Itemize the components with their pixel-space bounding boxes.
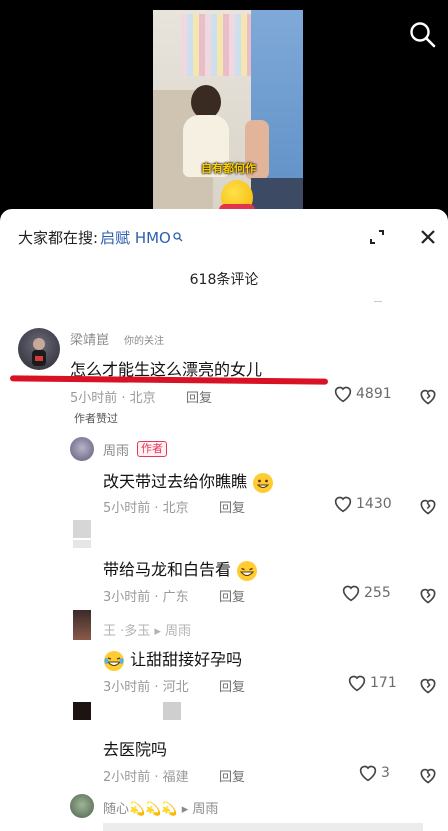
avatar[interactable] (18, 328, 60, 370)
red-underline-annotation (9, 375, 329, 385)
avatar[interactable] (73, 520, 91, 538)
heart-icon (334, 386, 352, 403)
heart-icon (359, 765, 377, 782)
comment-username[interactable]: 梁靖崑 (70, 329, 109, 348)
dislike-icon[interactable] (418, 585, 438, 605)
username-redacted (73, 540, 91, 548)
cry-laughing-emoji-icon (104, 650, 124, 671)
heart-icon (342, 585, 360, 602)
comment-count: 618条评论 (189, 272, 259, 288)
comment-username[interactable]: 随心💫💫💫 ▸ 周雨 (103, 798, 218, 817)
comment-text-cropped (103, 823, 423, 831)
video-player[interactable]: 自有都何作 (0, 0, 448, 215)
comment-text[interactable]: 让甜甜接好孕吗 (103, 646, 242, 672)
comment-meta: 5小时前 · 北京 (103, 501, 189, 516)
comment-text[interactable]: 带给马龙和白告看 (103, 556, 258, 582)
like-button[interactable]: 171 (347, 674, 397, 692)
video-man (245, 10, 303, 215)
reply-button[interactable]: 回复 (219, 586, 245, 605)
like-count: 255 (364, 585, 391, 601)
video-shelf (181, 14, 251, 76)
like-button[interactable]: 4891 (333, 385, 392, 403)
avatar[interactable] (70, 794, 94, 818)
comment-username[interactable]: 周雨 (103, 440, 129, 459)
like-count: 3 (381, 765, 390, 781)
like-button[interactable]: 3 (358, 764, 390, 782)
comment-meta: 3小时前 · 广东 (103, 590, 189, 605)
laughing-emoji-icon (237, 560, 258, 581)
heart-icon (334, 496, 352, 513)
dislike-icon[interactable] (418, 675, 438, 695)
follow-tag: 你的关注 (124, 336, 164, 347)
search-mini-icon (173, 232, 183, 242)
video-girl (181, 85, 229, 195)
comment-sheet: 大家都在搜: 启赋 HMO 618条评论 梁靖崑 你的关注 怎么才能生这么漂亮的… (0, 209, 448, 831)
expand-icon[interactable] (364, 224, 390, 250)
dislike-icon[interactable] (418, 496, 438, 516)
search-prefix: 大家都在搜: (18, 228, 99, 247)
search-term[interactable]: 启赋 HMO (100, 227, 171, 248)
reply-button[interactable]: 回复 (219, 676, 245, 695)
like-count: 1430 (356, 496, 392, 512)
comment-meta: 3小时前 · 河北 (103, 680, 189, 695)
author-liked-note: 作者赞过 (74, 412, 118, 425)
reply-button[interactable]: 回复 (219, 766, 245, 785)
like-count: 171 (370, 675, 397, 691)
comment-username[interactable]: 王 ·多玉 ▸ 周雨 (103, 620, 191, 639)
video-caption: 自有都何作 (201, 162, 256, 175)
like-button[interactable]: 255 (341, 584, 391, 602)
author-badge: 作者 (137, 441, 167, 457)
avatar[interactable] (73, 702, 91, 720)
like-button[interactable]: 1430 (333, 495, 392, 513)
close-icon[interactable] (415, 224, 441, 250)
video-frame[interactable]: 自有都何作 (153, 10, 303, 215)
grin-emoji-icon (253, 472, 274, 493)
divider (374, 301, 382, 302)
search-suggestion[interactable]: 大家都在搜: 启赋 HMO (18, 225, 183, 249)
comment-text[interactable]: 改天带过去给你瞧瞧 (103, 468, 274, 494)
comment-meta: 5小时前 · 北京 (70, 391, 156, 406)
avatar[interactable] (70, 437, 94, 461)
comment-text[interactable]: 去医院吗 (103, 736, 167, 760)
reply-button[interactable]: 回复 (186, 387, 212, 406)
heart-icon (348, 675, 366, 692)
like-count: 4891 (356, 386, 392, 402)
comment-meta: 2小时前 · 福建 (103, 770, 189, 785)
dislike-icon[interactable] (418, 386, 438, 406)
dislike-icon[interactable] (418, 765, 438, 785)
avatar[interactable] (73, 610, 91, 640)
reply-button[interactable]: 回复 (219, 497, 245, 516)
search-icon[interactable] (408, 20, 438, 50)
username-redacted (163, 702, 181, 720)
